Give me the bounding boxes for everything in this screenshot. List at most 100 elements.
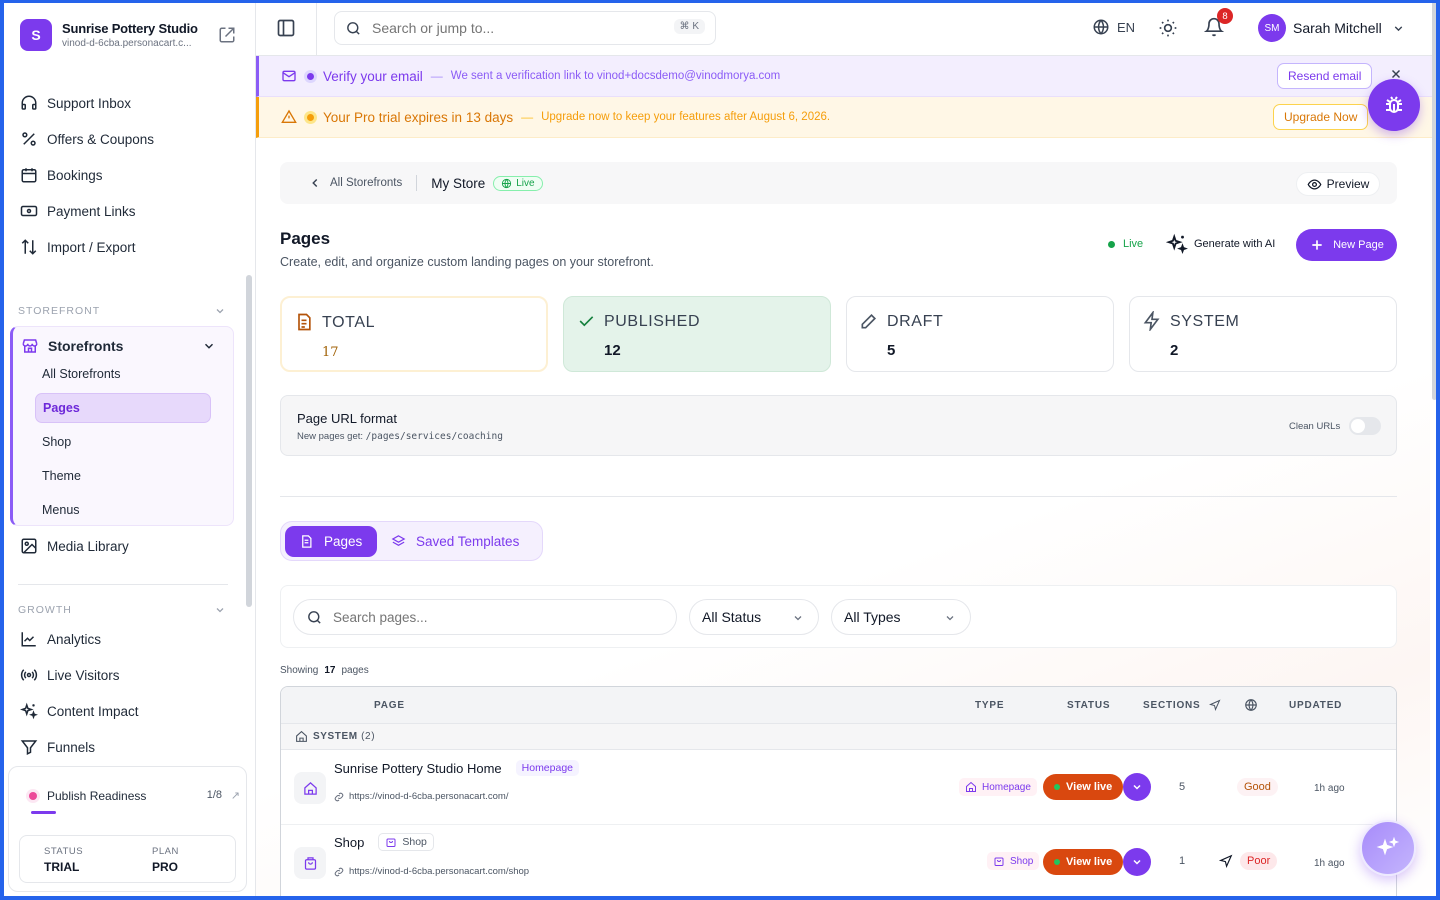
section-storefront[interactable]: STOREFRONT: [18, 305, 226, 317]
col-sections[interactable]: SECTIONS: [1143, 700, 1201, 711]
table-row[interactable]: Sunrise Pottery Studio Home Homepage htt…: [281, 750, 1396, 825]
page-url: https://vinod-d-6cba.personacart.com/: [334, 791, 508, 802]
sidebar-item-funnels[interactable]: Funnels: [20, 734, 230, 760]
sidebar-item-label: Import / Export: [47, 239, 136, 255]
upgrade-now-button[interactable]: Upgrade Now: [1273, 104, 1369, 130]
sidebar-item-live-visitors[interactable]: Live Visitors: [20, 662, 230, 688]
new-page-button[interactable]: New Page: [1296, 229, 1397, 261]
trial-separator: —: [521, 110, 534, 124]
col-updated[interactable]: UPDATED: [1289, 700, 1342, 711]
resend-email-button[interactable]: Resend email: [1277, 63, 1373, 89]
seo-badge: Good: [1237, 778, 1278, 796]
view-tabs: Pages Saved Templates: [280, 521, 543, 561]
sidebar-subitem-shop[interactable]: Shop: [35, 427, 211, 457]
sidebar-subitem-theme[interactable]: Theme: [35, 461, 211, 491]
publish-readiness-card[interactable]: Publish Readiness 1/8 ↗ STATUS TRIAL PLAN…: [8, 766, 247, 892]
stat-published: PUBLISHED 12: [563, 296, 831, 372]
view-live-button[interactable]: View live: [1043, 849, 1124, 875]
page-name-text[interactable]: Shop: [334, 835, 364, 850]
page-name: Shop Shop: [334, 833, 434, 851]
status-filter[interactable]: All Status: [689, 599, 819, 635]
status-filter-value: All Status: [702, 609, 762, 625]
trial-banner: Your Pro trial expires in 13 days — Upgr…: [256, 97, 1440, 138]
section-growth[interactable]: GROWTH: [18, 604, 226, 616]
seo-badge: Poor: [1240, 852, 1278, 870]
url-format-card: Page URL format New pages get: /pages/se…: [280, 395, 1397, 456]
sidebar-item-payment-links[interactable]: Payment Links: [20, 198, 230, 224]
globe-icon: [1093, 19, 1109, 35]
breadcrumb-parent[interactable]: All Storefronts: [330, 177, 402, 189]
page-search[interactable]: [293, 599, 677, 635]
stat-label: PUBLISHED: [604, 313, 701, 330]
sidebar-subitem-menus[interactable]: Menus: [35, 495, 211, 525]
clean-urls-toggle[interactable]: [1349, 417, 1381, 435]
result-count: Showing 17 pages: [280, 665, 369, 676]
arrow-up-right-icon[interactable]: ↗: [231, 789, 240, 802]
org-subdomain: vinod-d-6cba.personacart.c...: [62, 38, 192, 49]
breadcrumb-current: My Store: [431, 175, 486, 191]
status-menu-button[interactable]: [1123, 848, 1151, 876]
bug-report-button[interactable]: [1368, 79, 1420, 131]
calendar-icon: [21, 168, 37, 183]
sidebar-item-support-inbox[interactable]: Support Inbox: [20, 90, 230, 116]
page-url-text[interactable]: https://vinod-d-6cba.personacart.com/sho…: [349, 866, 529, 877]
ai-assistant-button[interactable]: [1360, 820, 1416, 876]
global-search[interactable]: ⌘ K: [334, 11, 716, 45]
language-switcher[interactable]: EN: [1092, 18, 1135, 36]
page-name-text[interactable]: Sunrise Pottery Studio Home: [334, 761, 502, 776]
col-status[interactable]: STATUS: [1067, 700, 1110, 711]
page-search-input[interactable]: [333, 609, 653, 625]
col-type[interactable]: TYPE: [975, 700, 1004, 711]
link-icon: [334, 867, 344, 876]
shortcut-hint: ⌘ K: [673, 19, 705, 34]
org-switcher[interactable]: S Sunrise Pottery Studio vinod-d-6cba.pe…: [20, 18, 236, 52]
navigation-icon: [1209, 699, 1221, 711]
document-icon: [298, 313, 311, 331]
generate-ai-button[interactable]: Generate with AI: [1166, 233, 1275, 255]
sidebar-toggle-icon[interactable]: [276, 18, 296, 38]
image-icon: [21, 538, 37, 554]
type-filter[interactable]: All Types: [831, 599, 971, 635]
sidebar-item-import-export[interactable]: Import / Export: [20, 234, 230, 260]
preview-label: Preview: [1326, 177, 1370, 191]
sidebar-item-bookings[interactable]: Bookings: [20, 162, 230, 188]
tab-saved-templates[interactable]: Saved Templates: [391, 526, 519, 557]
sun-icon[interactable]: [1158, 18, 1178, 38]
payment-link-icon: [20, 205, 38, 217]
sidebar-item-analytics[interactable]: Analytics: [20, 626, 230, 652]
status-value: TRIAL: [44, 860, 80, 874]
status-menu-button[interactable]: [1123, 773, 1151, 801]
sparkle-icon: [20, 702, 38, 720]
notification-badge: 8: [1217, 8, 1233, 24]
global-search-input[interactable]: [372, 20, 652, 36]
page-url-text[interactable]: https://vinod-d-6cba.personacart.com/: [349, 791, 508, 802]
view-live-button[interactable]: View live: [1043, 774, 1124, 800]
chevron-left-icon[interactable]: [308, 176, 322, 190]
eye-icon: [1307, 178, 1322, 190]
sidebar-subitem-pages[interactable]: Pages: [35, 393, 211, 423]
page-subtitle: Create, edit, and organize custom landin…: [280, 255, 654, 269]
preview-button[interactable]: Preview: [1296, 172, 1380, 196]
external-link-icon[interactable]: [218, 26, 236, 44]
sidebar-item-storefronts[interactable]: Storefronts: [21, 333, 227, 359]
tab-pages[interactable]: Pages: [285, 526, 377, 557]
group-system[interactable]: SYSTEM (2): [281, 724, 1396, 750]
col-page[interactable]: PAGE: [374, 700, 405, 711]
import-export-icon: [21, 239, 37, 255]
stat-draft: DRAFT 5: [846, 296, 1114, 372]
sidebar-item-media-library[interactable]: Media Library: [20, 533, 230, 559]
sidebar-subitem-all-storefronts[interactable]: All Storefronts: [35, 359, 211, 389]
page-name: Sunrise Pottery Studio Home Homepage: [334, 760, 580, 776]
page-title: Pages: [280, 229, 331, 248]
verify-email-banner: Verify your email — We sent a verificati…: [256, 56, 1440, 97]
user-menu[interactable]: SM Sarah Mitchell: [1258, 14, 1405, 42]
table-row[interactable]: Shop Shop https://vinod-d-6cba.personaca…: [281, 825, 1396, 900]
sidebar-item-content-impact[interactable]: Content Impact: [20, 698, 230, 724]
chevron-down-icon: [1133, 784, 1141, 790]
section-count: 5: [1179, 781, 1186, 793]
sidebar-item-label: Live Visitors: [47, 667, 120, 683]
sidebar-item-offers[interactable]: Offers & Coupons: [20, 126, 230, 152]
sidebar-scrollbar[interactable]: [246, 275, 252, 607]
page-scrollbar[interactable]: [1432, 0, 1437, 400]
readiness-dot: [29, 792, 37, 800]
